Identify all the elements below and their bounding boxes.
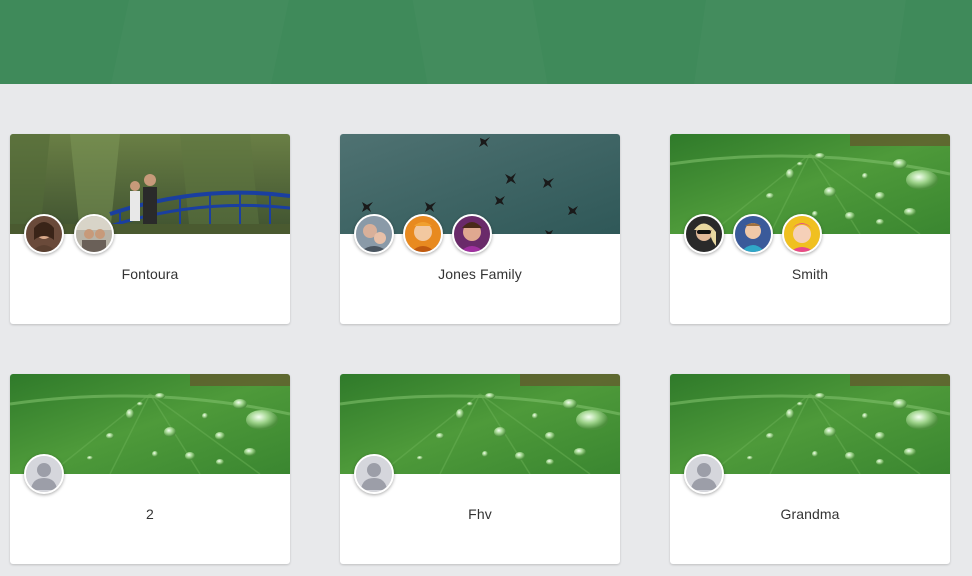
woman-portrait-avatar[interactable] (24, 214, 64, 254)
default-user-icon[interactable] (684, 454, 724, 494)
group-card-grandma[interactable]: Grandma (670, 374, 950, 564)
group-card-fontoura[interactable]: Fontoura (10, 134, 290, 324)
group-name: Grandma (780, 506, 840, 522)
baby-blue-avatar[interactable] (733, 214, 773, 254)
baby-orange-avatar[interactable] (403, 214, 443, 254)
group-name: 2 (146, 506, 154, 522)
baby-pink-avatar[interactable] (782, 214, 822, 254)
group-name: Fontoura (121, 266, 179, 282)
group-name: Jones Family (438, 266, 522, 282)
family-portrait-avatar[interactable] (74, 214, 114, 254)
group-name: Fhv (468, 506, 492, 522)
group-name: Smith (791, 266, 829, 282)
child-purple-avatar[interactable] (452, 214, 492, 254)
app-header (0, 0, 972, 84)
default-user-icon[interactable] (354, 454, 394, 494)
group-card-fhv[interactable]: Fhv (340, 374, 620, 564)
group-card-2[interactable]: 2 (10, 374, 290, 564)
woman-sunglasses-avatar[interactable] (684, 214, 724, 254)
group-card-smith[interactable]: Smith (670, 134, 950, 324)
default-user-icon[interactable] (24, 454, 64, 494)
mother-child-avatar[interactable] (354, 214, 394, 254)
group-card-jones-family[interactable]: Jones Family (340, 134, 620, 324)
